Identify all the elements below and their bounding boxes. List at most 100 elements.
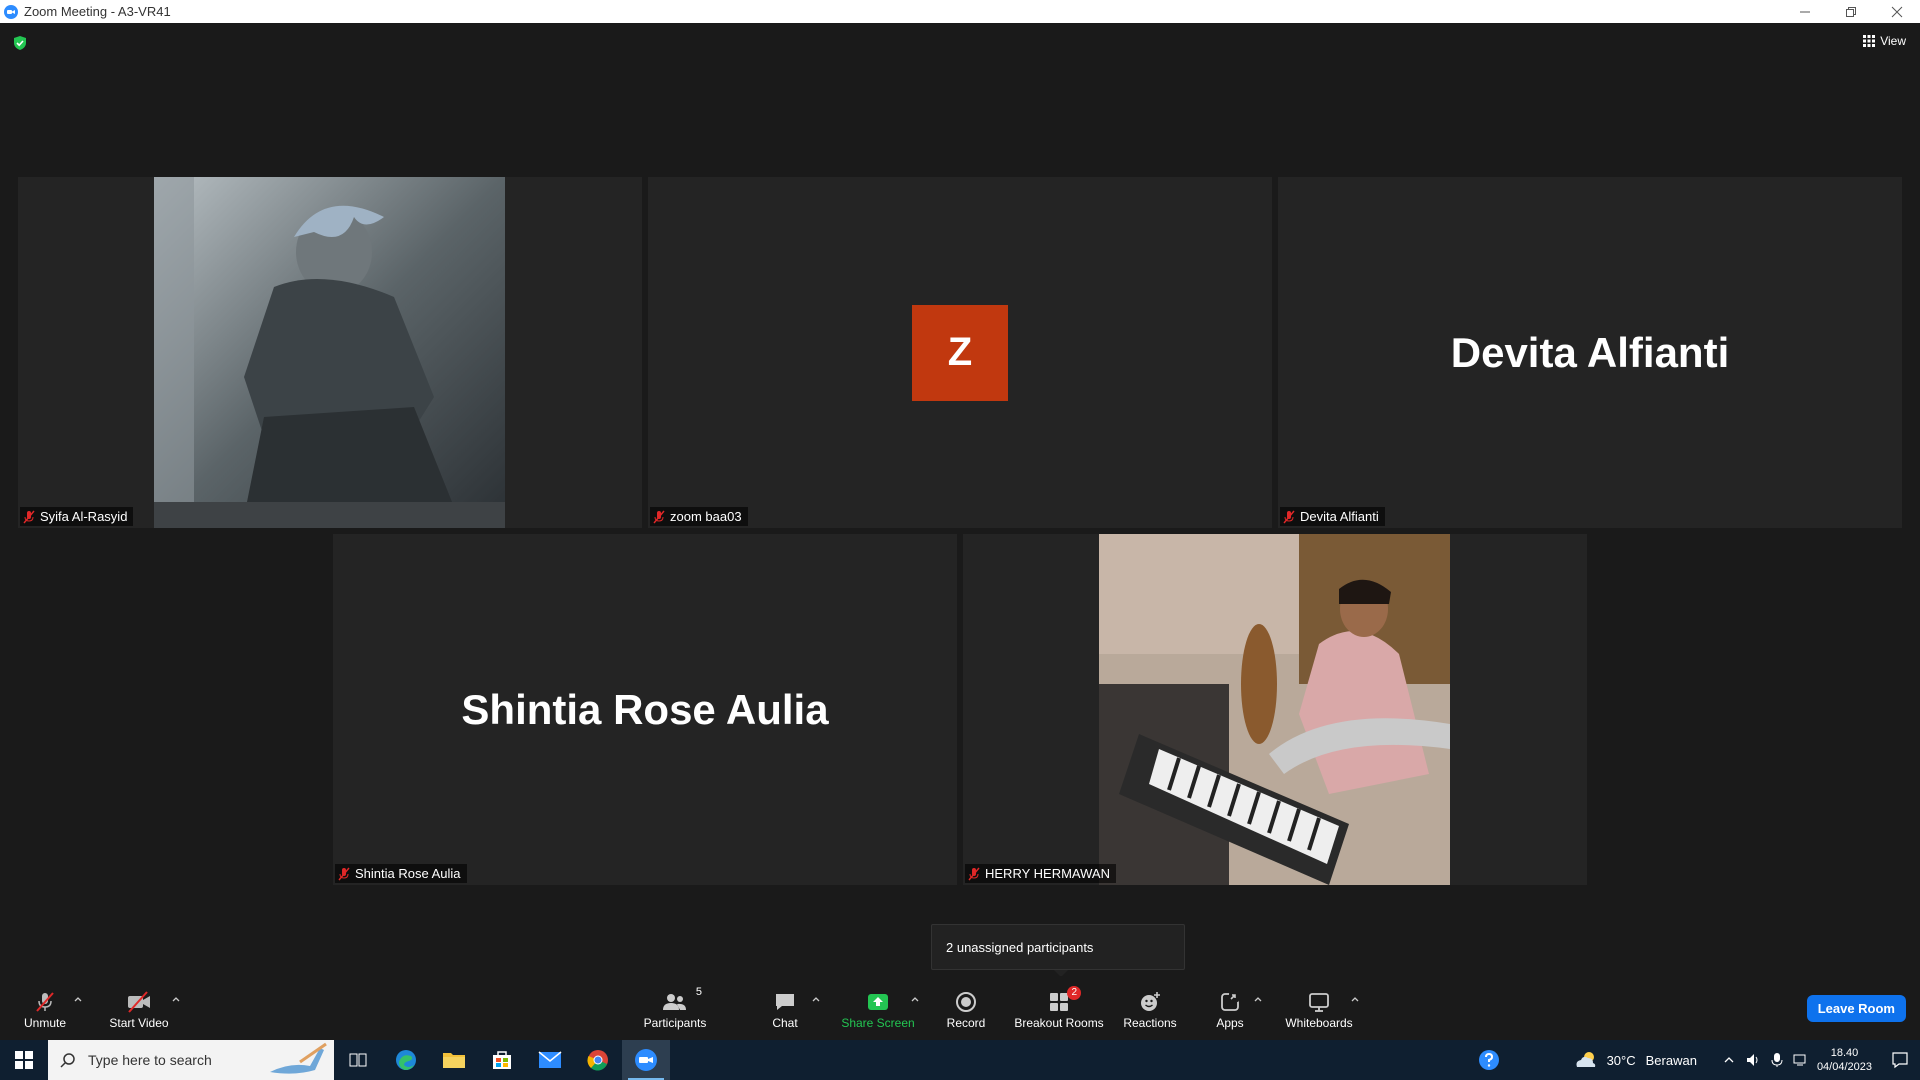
view-button[interactable]: View — [1863, 34, 1906, 48]
restore-button[interactable] — [1828, 0, 1874, 23]
share-screen-label: Share Screen — [841, 1016, 915, 1030]
search-placeholder: Type here to search — [88, 1052, 212, 1068]
task-view-icon — [349, 1053, 367, 1067]
search-icon — [60, 1053, 75, 1068]
weather-description[interactable]: Berawan — [1646, 1053, 1697, 1068]
tooltip-text: 2 unassigned participants — [946, 939, 1094, 955]
participants-button[interactable]: 5 Participants — [640, 986, 710, 1030]
chat-options-chevron-up-icon[interactable] — [811, 994, 821, 1004]
store-bag-icon — [493, 1051, 511, 1069]
participants-count: 5 — [695, 986, 702, 998]
start-button[interactable] — [0, 1040, 48, 1080]
participants-icon — [663, 994, 686, 1010]
grid-view-icon — [1863, 35, 1876, 47]
help-question-icon — [1478, 1050, 1499, 1070]
zoom-taskbar-button[interactable] — [622, 1040, 670, 1080]
whiteboards-label: Whiteboards — [1285, 1016, 1353, 1030]
share-screen-button[interactable]: Share Screen — [841, 990, 915, 1030]
muted-mic-icon — [968, 867, 980, 880]
task-view-button[interactable] — [334, 1040, 382, 1080]
reactions-smiley-icon — [1141, 992, 1160, 1011]
mail-envelope-icon — [538, 1051, 562, 1068]
leave-room-button[interactable]: Leave Room — [1806, 995, 1906, 1022]
audio-options-chevron-up-icon[interactable] — [73, 994, 83, 1004]
participant-name: Syifa Al-Rasyid — [40, 509, 128, 524]
video-tile-zoom-baa03[interactable]: Z zoom baa03 — [648, 177, 1272, 528]
participants-label: Participants — [643, 1016, 707, 1030]
apps-label: Apps — [1216, 1016, 1244, 1030]
help-tray-button[interactable] — [1465, 1040, 1513, 1080]
mail-taskbar-button[interactable] — [526, 1040, 574, 1080]
participant-name-tag: HERRY HERMAWAN — [965, 864, 1116, 883]
video-tile-devita[interactable]: Devita Alfianti Devita Alfianti — [1278, 177, 1902, 528]
muted-mic-icon — [653, 510, 665, 523]
chrome-taskbar-button[interactable] — [574, 1040, 622, 1080]
record-icon — [956, 992, 976, 1012]
chrome-browser-icon — [587, 1050, 608, 1071]
windows-taskbar: Type here to search 30°C Berawan 18.40 0… — [0, 1040, 1920, 1080]
participant-avatar: Z — [912, 304, 1008, 401]
clock-date: 04/04/2023 — [1816, 1061, 1872, 1073]
start-video-label: Start Video — [109, 1016, 169, 1030]
whiteboard-icon — [1309, 993, 1329, 1012]
share-options-chevron-up-icon[interactable] — [910, 994, 920, 1004]
participant-name-tag: Shintia Rose Aulia — [335, 864, 467, 883]
show-hidden-icons-chevron-up-icon[interactable] — [1723, 1054, 1735, 1066]
edge-browser-icon — [396, 1050, 416, 1070]
store-taskbar-button[interactable] — [478, 1040, 526, 1080]
participant-name-tag: Syifa Al-Rasyid — [20, 507, 134, 526]
edge-taskbar-button[interactable] — [382, 1040, 430, 1080]
microphone-icon[interactable] — [1771, 1052, 1783, 1068]
video-tile-herry[interactable]: HERRY HERMAWAN — [963, 534, 1587, 885]
breakout-rooms-label: Breakout Rooms — [1014, 1016, 1104, 1030]
whiteboards-options-chevron-up-icon[interactable] — [1350, 994, 1360, 1004]
reactions-label: Reactions — [1123, 1016, 1177, 1030]
participant-name: HERRY HERMAWAN — [985, 866, 1110, 881]
muted-mic-icon — [23, 510, 35, 523]
participant-display-name: Devita Alfianti — [1450, 328, 1730, 376]
chat-icon — [776, 994, 794, 1010]
video-tile-syifa[interactable]: Syifa Al-Rasyid — [18, 177, 642, 528]
apps-options-chevron-up-icon[interactable] — [1253, 994, 1263, 1004]
participant-name: Shintia Rose Aulia — [355, 866, 461, 881]
notifications-button[interactable] — [1880, 1040, 1920, 1080]
windows-logo-icon — [15, 1051, 33, 1069]
breakout-rooms-button[interactable]: 2 Breakout Rooms — [1013, 986, 1105, 1030]
system-tray: 30°C Berawan 18.40 04/04/2023 — [1465, 1040, 1920, 1080]
file-explorer-taskbar-button[interactable] — [430, 1040, 478, 1080]
whiteboards-button[interactable]: Whiteboards — [1283, 990, 1355, 1030]
notification-icon — [1892, 1052, 1908, 1069]
zoom-app-icon — [4, 4, 18, 19]
share-screen-icon — [868, 994, 888, 1010]
view-label: View — [1880, 34, 1906, 48]
network-icon[interactable] — [1793, 1052, 1809, 1068]
weather-temperature[interactable]: 30°C — [1607, 1053, 1636, 1068]
video-off-icon — [128, 991, 150, 1013]
security-shield-icon[interactable] — [12, 35, 28, 51]
record-button[interactable]: Record — [946, 990, 986, 1030]
volume-speaker-icon[interactable] — [1745, 1052, 1761, 1068]
participant-display-name: Shintia Rose Aulia — [461, 685, 829, 733]
apps-button[interactable]: Apps — [1212, 990, 1248, 1030]
taskbar-search-box[interactable]: Type here to search — [48, 1040, 334, 1080]
chat-button[interactable]: Chat — [765, 990, 805, 1030]
unmute-button[interactable]: Unmute — [20, 990, 70, 1030]
weather-cloudy-icon[interactable] — [1573, 1049, 1599, 1071]
participant-name-tag: Devita Alfianti — [1280, 507, 1385, 526]
zoom-app-icon — [635, 1049, 657, 1071]
video-tile-shintia[interactable]: Shintia Rose Aulia Shintia Rose Aulia — [333, 534, 957, 885]
participant-name: zoom baa03 — [670, 509, 742, 524]
unmute-label: Unmute — [23, 1016, 67, 1030]
minimize-button[interactable] — [1782, 0, 1828, 23]
participant-name: Devita Alfianti — [1300, 509, 1379, 524]
meeting-toolbar: Unmute Start Video 5 Participants Chat S… — [0, 976, 1920, 1040]
start-video-button[interactable]: Start Video — [106, 990, 172, 1030]
reactions-button[interactable]: Reactions — [1122, 990, 1178, 1030]
participant-video-image — [154, 177, 505, 528]
close-button[interactable] — [1874, 0, 1920, 23]
video-options-chevron-up-icon[interactable] — [171, 994, 181, 1004]
chat-label: Chat — [772, 1016, 798, 1030]
taskbar-clock[interactable]: 18.40 04/04/2023 — [1809, 1046, 1880, 1074]
participant-name-tag: zoom baa03 — [650, 507, 748, 526]
window-title: Zoom Meeting - A3-VR41 — [24, 4, 171, 19]
